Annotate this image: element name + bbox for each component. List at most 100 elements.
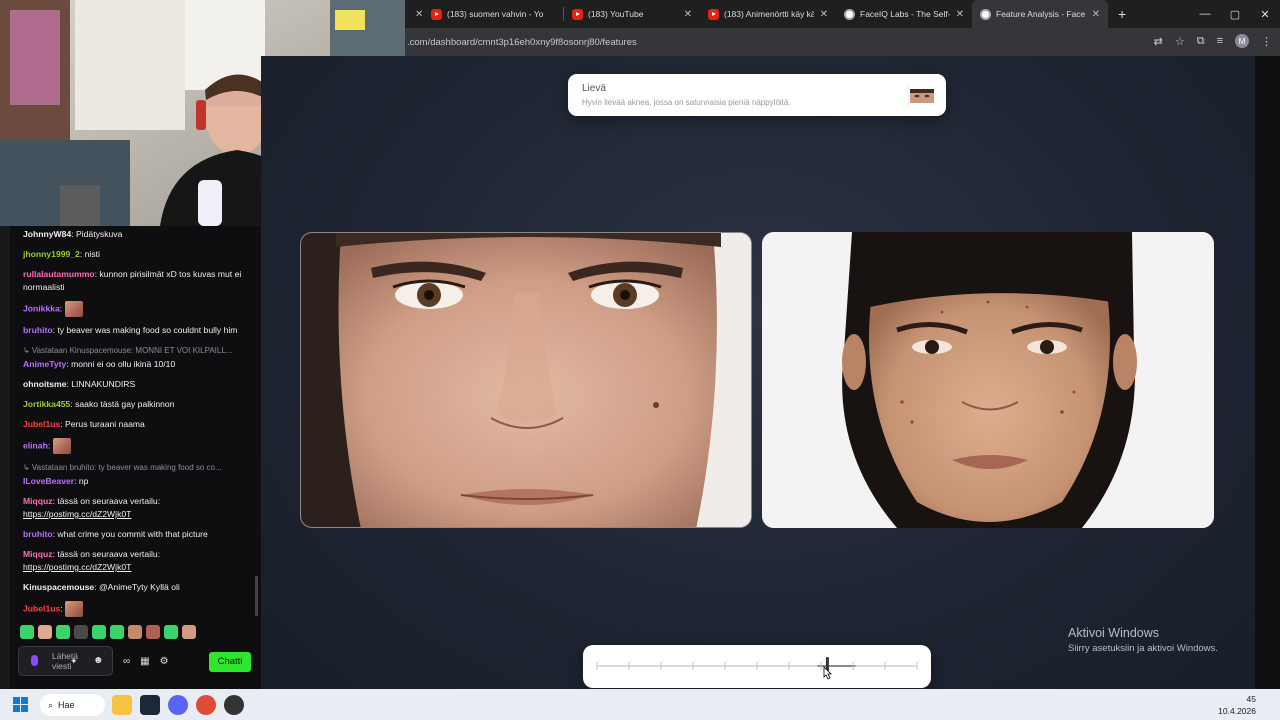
emote-icon[interactable] bbox=[56, 625, 70, 639]
reference-face-image bbox=[300, 232, 752, 528]
chat-message-text: Perus turaani naama bbox=[65, 419, 145, 429]
chat-username[interactable]: ohnoitsme bbox=[23, 379, 66, 389]
settings-gear-icon[interactable]: ⚙ bbox=[160, 656, 169, 667]
chat-username[interactable]: Miqquz bbox=[23, 549, 53, 559]
chat-username[interactable]: Jubel1us bbox=[23, 603, 60, 613]
chat-scrollbar[interactable] bbox=[255, 576, 258, 616]
emote-icon[interactable] bbox=[64, 301, 83, 317]
chat-message: ohnoitsme: LINNAKUNDIRS bbox=[23, 379, 136, 389]
activate-title: Aktivoi Windows bbox=[1068, 626, 1159, 640]
chat-username[interactable]: bruhito bbox=[23, 529, 53, 539]
chat-username[interactable]: Miqquz bbox=[23, 496, 53, 506]
youtube-icon bbox=[572, 8, 583, 20]
chat-message-list: JohnnyW84: Pidätyskuva jhonny1999_2: nist… bbox=[23, 228, 255, 624]
extensions-icon[interactable]: ⧉ bbox=[1197, 35, 1205, 48]
emote-icon[interactable] bbox=[164, 625, 178, 639]
emote-icon[interactable] bbox=[52, 438, 71, 454]
taskbar-search[interactable]: ⌕ Hae bbox=[40, 694, 105, 716]
minimize-icon[interactable]: — bbox=[1190, 0, 1220, 28]
chat-input-placeholder: Lähetä viesti bbox=[52, 651, 78, 671]
discord-icon[interactable] bbox=[168, 695, 188, 715]
file-explorer-icon[interactable] bbox=[112, 695, 132, 715]
url-text[interactable]: .com/dashboard/cmnt3p16eh0xny9f8osonrj80… bbox=[405, 37, 637, 48]
tab-2-label: (183) YouTube bbox=[588, 9, 644, 19]
chat-message-text: tässä on seuraava vertailu: bbox=[57, 496, 161, 506]
chat-send-button[interactable]: Chatti bbox=[209, 652, 251, 672]
emote-icon[interactable] bbox=[65, 601, 84, 617]
emote-icon[interactable] bbox=[182, 625, 196, 639]
bits-icon[interactable]: ∞ bbox=[123, 656, 130, 667]
tab-1[interactable]: (183) suomen vahvin - Yo bbox=[423, 0, 563, 28]
emote-icon[interactable] bbox=[74, 625, 88, 639]
maximize-icon[interactable]: ▢ bbox=[1220, 0, 1250, 28]
profile-avatar-icon[interactable]: M bbox=[1235, 34, 1249, 48]
tab-5-active[interactable]: Feature Analysis - FaceIQ ✕ bbox=[972, 0, 1108, 28]
chat-username[interactable]: Jubel1us bbox=[23, 419, 60, 429]
chat-username[interactable]: elinah bbox=[23, 440, 48, 450]
chat-link[interactable]: https://postimg.cc/dZ2Wjk0T bbox=[23, 509, 131, 519]
youtube-icon bbox=[431, 8, 442, 20]
translate-icon[interactable]: ⇄ bbox=[1154, 35, 1163, 48]
chat-message: Jortikka455: saako tästä gay palkinnon bbox=[23, 399, 175, 409]
windows-start-icon[interactable] bbox=[13, 697, 29, 713]
chat-username[interactable]: AnimeTyty bbox=[23, 359, 66, 369]
address-bar-icons: ⇄ ☆ ⧉ ≡ M ⋮ bbox=[1154, 34, 1272, 48]
chat-reply-context: ↳ Vastataan Kinuspacemouse: MONNI ET VOI… bbox=[23, 346, 233, 355]
chat-username[interactable]: Jortikka455 bbox=[23, 399, 70, 409]
chat-message-text: tässä on seuraava vertailu: bbox=[57, 549, 161, 559]
close-icon[interactable]: ✕ bbox=[1092, 9, 1100, 20]
emote-bar bbox=[20, 625, 196, 639]
taskbar-clock[interactable]: 45 10.4.2026 bbox=[1218, 693, 1256, 717]
chat-message-text: Pidätyskuva bbox=[76, 229, 123, 239]
menu-kebab-icon[interactable]: ⋮ bbox=[1261, 35, 1272, 48]
taskbar-date: 10.4.2026 bbox=[1218, 706, 1256, 716]
chat-message: Miqquz: tässä on seuraava vertailu: https… bbox=[23, 496, 161, 519]
tab-overflow-close[interactable]: ✕ bbox=[405, 0, 423, 28]
emote-icon[interactable] bbox=[146, 625, 160, 639]
obs-icon[interactable] bbox=[224, 695, 244, 715]
chat-username[interactable]: bruhito bbox=[23, 325, 53, 335]
emote-icon[interactable] bbox=[20, 625, 34, 639]
screen: ✕ (183) suomen vahvin - Yo (183) YouTube… bbox=[0, 0, 1280, 720]
emote-icon[interactable] bbox=[92, 625, 106, 639]
chat-link[interactable]: https://postimg.cc/dZ2Wjk0T bbox=[23, 562, 131, 572]
media-controls-icon[interactable]: ≡ bbox=[1217, 35, 1223, 47]
emote-icon[interactable] bbox=[110, 625, 124, 639]
close-icon[interactable]: ✕ bbox=[684, 9, 692, 20]
chat-message-text: nisti bbox=[84, 249, 100, 259]
address-bar[interactable]: .com/dashboard/cmnt3p16eh0xny9f8osonrj80… bbox=[405, 28, 1280, 56]
tab-4[interactable]: FaceIQ Labs - The Self-Im ✕ bbox=[836, 0, 972, 28]
chat-username[interactable]: ILoveBeaver bbox=[23, 476, 74, 486]
new-tab-icon[interactable]: + bbox=[1118, 6, 1126, 22]
bookmark-star-icon[interactable]: ☆ bbox=[1175, 35, 1185, 48]
tab-1-label: (183) suomen vahvin - Yo bbox=[447, 9, 544, 19]
feature-analysis-page: Lievä Hyvin lievää aknea, jossa on satun… bbox=[261, 56, 1255, 704]
emote-icon[interactable] bbox=[38, 625, 52, 639]
store-icon[interactable]: ▦ bbox=[140, 656, 149, 667]
microphone-icon[interactable] bbox=[31, 655, 38, 666]
severity-option-card[interactable]: Lievä Hyvin lievää aknea, jossa on satun… bbox=[568, 74, 946, 116]
emote-icon[interactable] bbox=[128, 625, 142, 639]
chat-username[interactable]: Kinuspacemouse bbox=[23, 582, 94, 592]
chat-message: ILoveBeaver: np bbox=[23, 476, 89, 486]
chat-username[interactable]: JohnnyW84 bbox=[23, 229, 71, 239]
severity-slider[interactable] bbox=[583, 645, 931, 688]
smiley-icon[interactable]: ☻ bbox=[93, 655, 104, 666]
close-icon[interactable]: ✕ bbox=[820, 9, 828, 20]
chrome-icon[interactable] bbox=[196, 695, 216, 715]
chat-message: jhonny1999_2: nisti bbox=[23, 249, 100, 259]
emote-picker-icon[interactable]: ✦ bbox=[70, 656, 78, 667]
slider-track[interactable] bbox=[583, 645, 931, 688]
chat-username[interactable]: Jonikkka bbox=[23, 303, 60, 313]
chat-input[interactable]: Lähetä viesti ✦ ☻ bbox=[18, 646, 113, 676]
close-icon[interactable]: ✕ bbox=[956, 9, 964, 20]
tab-2[interactable]: (183) YouTube ✕ bbox=[564, 0, 700, 28]
steam-icon[interactable] bbox=[140, 695, 160, 715]
chat-message: rullalautamummo: kunnon pirisilmät xD to… bbox=[23, 269, 242, 292]
stream-chat: JohnnyW84: Pidätyskuva jhonny1999_2: nist… bbox=[0, 226, 261, 704]
close-window-icon[interactable]: ✕ bbox=[1250, 0, 1280, 28]
tab-3[interactable]: (183) Animenörtti käy kä ✕ bbox=[700, 0, 836, 28]
chat-message: Jonikkka: bbox=[23, 301, 255, 317]
chat-username[interactable]: rullalautamummo bbox=[23, 269, 95, 279]
chat-username[interactable]: jhonny1999_2 bbox=[23, 249, 80, 259]
